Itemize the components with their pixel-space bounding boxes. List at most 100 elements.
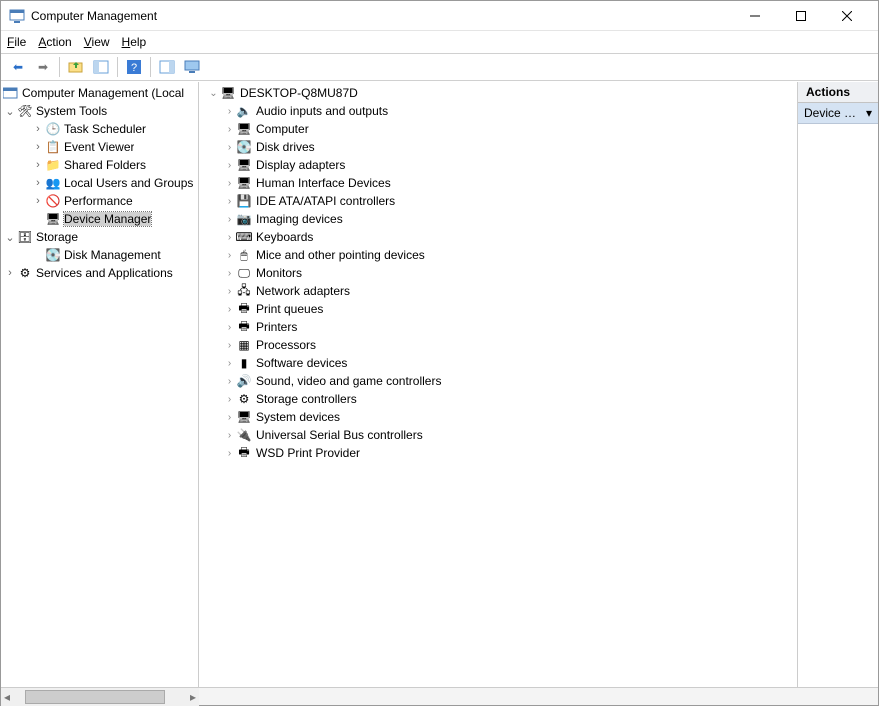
chevron-right-icon[interactable]: › [3,267,17,279]
device-category[interactable]: ›🖥Human Interface Devices [199,174,797,192]
chevron-right-icon[interactable]: › [223,286,236,297]
menu-view[interactable]: View [84,35,110,49]
clock-icon: 🕒 [45,121,61,137]
device-category[interactable]: ›▦Processors [199,336,797,354]
horizontal-scrollbar[interactable]: ◂ ▸ [1,688,199,706]
actions-item-label: Device Ma... [804,106,862,120]
chevron-right-icon[interactable]: › [223,250,236,261]
chevron-right-icon[interactable]: › [223,178,236,189]
chevron-right-icon[interactable]: › [223,430,236,441]
services-icon: ⚙ [17,265,33,281]
chevron-right-icon[interactable]: › [223,412,236,423]
tree-root[interactable]: Computer Management (Local [1,84,198,102]
device-category[interactable]: ›🖥Display adapters [199,156,797,174]
tools-icon: 🛠 [17,103,33,119]
chevron-right-icon[interactable]: › [223,340,236,351]
show-hide-tree-button[interactable] [90,56,112,78]
device-tree[interactable]: ⌄ 🖥 DESKTOP-Q8MU87D ›🔈Audio inputs and o… [199,82,797,464]
menu-help[interactable]: Help [122,35,147,49]
tree-performance[interactable]: › 🚫 Performance [1,192,198,210]
chevron-right-icon[interactable]: › [31,159,45,171]
disk-icon: 💽 [45,247,61,263]
chevron-right-icon[interactable]: › [223,124,236,135]
scan-hardware-button[interactable] [156,56,178,78]
device-category[interactable]: ›🔌Universal Serial Bus controllers [199,426,797,444]
tree-storage[interactable]: ⌄ 🗄 Storage [1,228,198,246]
device-category[interactable]: ›🖶WSD Print Provider [199,444,797,462]
chevron-down-icon[interactable]: ⌄ [3,105,17,118]
tree-label: IDE ATA/ATAPI controllers [256,194,395,208]
device-category[interactable]: ›💾IDE ATA/ATAPI controllers [199,192,797,210]
tree-device-manager[interactable]: 🖥 Device Manager [1,210,198,228]
device-category[interactable]: ›🖥Computer [199,120,797,138]
device-category[interactable]: ›🔈Audio inputs and outputs [199,102,797,120]
chevron-right-icon[interactable]: › [223,322,236,333]
chevron-right-icon[interactable]: › [223,358,236,369]
actions-item-device-manager[interactable]: Device Ma... ▾ [798,103,878,124]
chevron-right-icon[interactable]: › [223,448,236,459]
device-manager-icon: 🖥 [45,211,61,227]
device-tree-pane: ⌄ 🖥 DESKTOP-Q8MU87D ›🔈Audio inputs and o… [199,82,798,687]
chevron-right-icon[interactable]: › [223,106,236,117]
tree-event-viewer[interactable]: › 📋 Event Viewer [1,138,198,156]
tree-system-tools[interactable]: ⌄ 🛠 System Tools [1,102,198,120]
chevron-right-icon[interactable]: › [223,196,236,207]
tree-shared-folders[interactable]: › 📁 Shared Folders [1,156,198,174]
mouse-icon: 🖱 [236,247,252,263]
tree-task-scheduler[interactable]: › 🕒 Task Scheduler [1,120,198,138]
menu-file[interactable]: File [7,35,26,49]
scrollbar-thumb[interactable] [25,690,165,704]
system-icon: 🖥 [236,409,252,425]
chevron-right-icon[interactable]: › [31,141,45,153]
maximize-button[interactable] [778,1,824,31]
up-button[interactable] [65,56,87,78]
scroll-right-icon[interactable]: ▸ [187,690,199,704]
chevron-right-icon[interactable]: › [31,177,45,189]
device-category[interactable]: ›🖥System devices [199,408,797,426]
chevron-down-icon[interactable]: ⌄ [3,231,17,244]
chevron-right-icon[interactable]: › [223,268,236,279]
chevron-right-icon[interactable]: › [223,214,236,225]
tree-pane-icon [93,59,109,75]
tree-label: Shared Folders [64,158,146,172]
device-category[interactable]: ›🖧Network adapters [199,282,797,300]
device-category[interactable]: ›🖱Mice and other pointing devices [199,246,797,264]
device-category[interactable]: ›🖶Print queues [199,300,797,318]
back-button[interactable]: ⬅ [7,56,29,78]
forward-button[interactable]: ➡ [32,56,54,78]
toolbar-sep [150,57,151,77]
device-category[interactable]: ›🔊Sound, video and game controllers [199,372,797,390]
chevron-right-icon[interactable]: › [223,394,236,405]
tree-services-apps[interactable]: › ⚙ Services and Applications [1,264,198,282]
chevron-right-icon[interactable]: › [31,123,45,135]
tree-disk-management[interactable]: 💽 Disk Management [1,246,198,264]
chevron-right-icon[interactable]: › [223,142,236,153]
help-button[interactable]: ? [123,56,145,78]
statusbar: ◂ ▸ [1,687,878,705]
tree-local-users[interactable]: › 👥 Local Users and Groups [1,174,198,192]
device-category[interactable]: ›▮Software devices [199,354,797,372]
scroll-left-icon[interactable]: ◂ [1,690,13,704]
device-category[interactable]: ›📷Imaging devices [199,210,797,228]
device-category[interactable]: ›🖵Monitors [199,264,797,282]
device-category[interactable]: ›⌨Keyboards [199,228,797,246]
device-category[interactable]: ›⚙Storage controllers [199,390,797,408]
printq-icon: 🖶 [236,301,252,317]
chevron-right-icon[interactable]: › [223,232,236,243]
sound-icon: 🔊 [236,373,252,389]
device-root[interactable]: ⌄ 🖥 DESKTOP-Q8MU87D [199,84,797,102]
chevron-right-icon[interactable]: › [223,160,236,171]
computer-icon: 🖥 [220,85,236,101]
device-category[interactable]: ›💽Disk drives [199,138,797,156]
window-controls [732,1,870,31]
console-tree[interactable]: Computer Management (Local ⌄ 🛠 System To… [1,82,198,284]
chevron-down-icon[interactable]: ⌄ [207,88,220,99]
menu-action[interactable]: Action [38,35,71,49]
chevron-right-icon[interactable]: › [223,304,236,315]
chevron-right-icon[interactable]: › [31,195,45,207]
chevron-right-icon[interactable]: › [223,376,236,387]
close-button[interactable] [824,1,870,31]
device-category[interactable]: ›🖶Printers [199,318,797,336]
minimize-button[interactable] [732,1,778,31]
monitor-button[interactable] [181,56,203,78]
